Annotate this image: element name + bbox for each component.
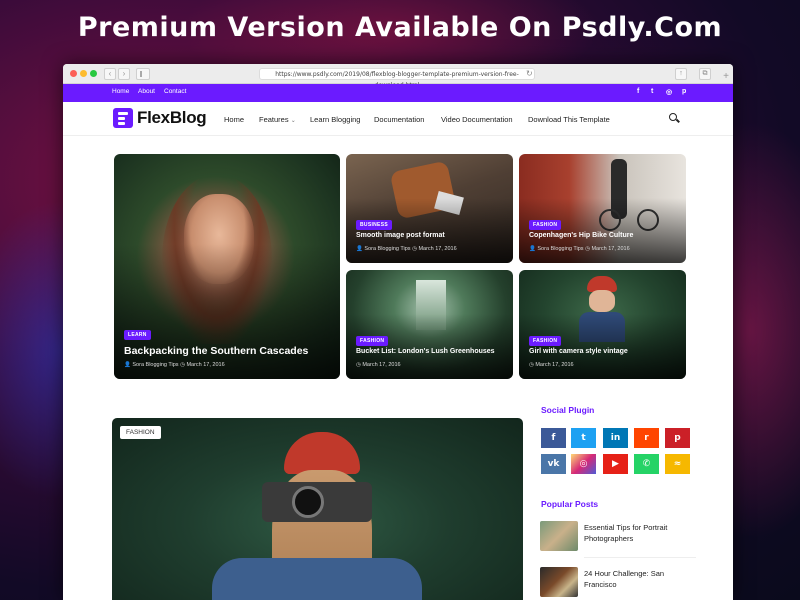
clock-icon: ◷ [585, 246, 590, 252]
reddit-icon[interactable]: r [634, 428, 659, 448]
post-image-beanie [284, 432, 360, 474]
flexblog-logo-icon[interactable] [113, 108, 133, 128]
featured-post-card[interactable]: FASHION Copenhagen's Hip Bike Culture 👤 … [519, 154, 686, 263]
rss-icon[interactable]: ≈ [665, 454, 690, 474]
post-image-face [589, 290, 615, 312]
tabs-overview-icon[interactable]: ⧉ [699, 68, 711, 80]
post-meta: ◷ March 17, 2016 [356, 362, 401, 368]
browser-window: ‹ › https://www.psdly.com/2019/08/flexbl… [63, 64, 733, 600]
nav-item-features-label: Features [259, 115, 289, 124]
author-icon: 👤 [124, 362, 131, 368]
share-icon[interactable]: ↑ [675, 68, 687, 80]
youtube-icon[interactable]: ▶ [603, 454, 628, 474]
author-icon: 👤 [529, 246, 536, 252]
post-date: March 17, 2016 [418, 246, 457, 252]
nav-item-features[interactable]: Features ⌄ [259, 115, 296, 124]
browser-toolbar: ‹ › https://www.psdly.com/2019/08/flexbl… [63, 64, 733, 89]
main-navigation: FlexBlog Home Features ⌄ Learn Blogging … [63, 102, 733, 136]
pinterest-icon[interactable]: p [682, 88, 686, 95]
promo-headline: Premium Version Available On Psdly.Com [77, 12, 723, 43]
chevron-down-icon: ⌄ [290, 118, 296, 124]
category-badge[interactable]: BUSINESS [356, 220, 392, 230]
instagram-icon[interactable]: ◎ [666, 88, 672, 96]
post-title[interactable]: Smooth image post format [356, 232, 445, 239]
post-author[interactable]: Sora Blogging Tips [132, 362, 178, 368]
clock-icon: ◷ [356, 362, 361, 368]
post-date: March 17, 2016 [186, 362, 225, 368]
category-badge[interactable]: FASHION [529, 220, 562, 230]
post-meta: 👤 Sora Blogging Tips ◷ March 17, 2016 [124, 362, 225, 368]
divider [584, 557, 696, 558]
post-meta: 👤 Sora Blogging Tips ◷ March 17, 2016 [356, 246, 457, 252]
new-tab-icon[interactable]: + [721, 72, 731, 82]
popular-post-thumbnail[interactable] [540, 521, 578, 551]
linkedin-icon[interactable]: in [603, 428, 628, 448]
category-badge[interactable]: FASHION [529, 336, 562, 346]
nav-item-video-documentation[interactable]: Video Documentation [441, 115, 513, 124]
main-post-image[interactable]: FASHION [112, 418, 523, 600]
site-logo-text[interactable]: FlexBlog [137, 108, 207, 128]
post-date: March 17, 2016 [591, 246, 630, 252]
category-badge[interactable]: LEARN [124, 330, 151, 340]
popular-posts-heading: Popular Posts [541, 499, 599, 509]
post-meta: 👤 Sora Blogging Tips ◷ March 17, 2016 [529, 246, 630, 252]
nav-item-download-template[interactable]: Download This Template [528, 115, 610, 124]
featured-post-card[interactable]: FASHION Bucket List: London's Lush Green… [346, 270, 513, 379]
whatsapp-icon[interactable]: ✆ [634, 454, 659, 474]
nav-item-documentation[interactable]: Documentation [374, 115, 424, 124]
maximize-window-button[interactable] [90, 70, 97, 77]
topbar-link-contact[interactable]: Contact [164, 88, 186, 95]
twitter-icon[interactable]: t [571, 428, 596, 448]
twitter-icon[interactable]: t [651, 88, 653, 95]
reload-icon[interactable]: ↻ [526, 69, 533, 78]
post-date: March 17, 2016 [362, 362, 401, 368]
close-window-button[interactable] [70, 70, 77, 77]
post-meta: ◷ March 17, 2016 [529, 362, 574, 368]
top-bar: Home About Contact f t ◎ p [63, 84, 733, 102]
author-icon: 👤 [356, 246, 363, 252]
post-title[interactable]: Bucket List: London's Lush Greenhouses [356, 348, 495, 355]
featured-post-card[interactable]: FASHION Girl with camera style vintage ◷… [519, 270, 686, 379]
popular-post-title[interactable]: 24 Hour Challenge: San Francisco [584, 568, 694, 590]
back-arrow-icon[interactable]: ‹ [104, 68, 116, 80]
featured-post-card[interactable]: LEARN Backpacking the Southern Cascades … [114, 154, 340, 379]
forward-arrow-icon[interactable]: › [118, 68, 130, 80]
topbar-link-home[interactable]: Home [112, 88, 129, 95]
sidebar-toggle-icon[interactable] [136, 68, 150, 80]
facebook-icon[interactable]: f [637, 88, 639, 95]
social-plugin-heading: Social Plugin [541, 405, 595, 415]
nav-item-learn-blogging[interactable]: Learn Blogging [310, 115, 360, 124]
post-title[interactable]: Girl with camera style vintage [529, 348, 628, 355]
pinterest-icon[interactable]: p [665, 428, 690, 448]
clock-icon: ◷ [412, 246, 417, 252]
post-image-lens [292, 486, 324, 518]
post-date: March 17, 2016 [535, 362, 574, 368]
vk-icon[interactable]: vk [541, 454, 566, 474]
post-title[interactable]: Backpacking the Southern Cascades [124, 345, 308, 357]
featured-post-card[interactable]: BUSINESS Smooth image post format 👤 Sora… [346, 154, 513, 263]
post-image-jacket [212, 558, 422, 600]
minimize-window-button[interactable] [80, 70, 87, 77]
category-badge[interactable]: FASHION [120, 426, 161, 439]
popular-post-title[interactable]: Essential Tips for Portrait Photographer… [584, 522, 694, 544]
clock-icon: ◷ [180, 362, 185, 368]
address-bar[interactable]: https://www.psdly.com/2019/08/flexblog-b… [259, 68, 535, 89]
post-author[interactable]: Sora Blogging Tips [537, 246, 583, 252]
instagram-icon[interactable]: ◎ [571, 454, 596, 474]
popular-post-thumbnail[interactable] [540, 567, 578, 597]
nav-item-home[interactable]: Home [224, 115, 244, 124]
topbar-link-about[interactable]: About [138, 88, 155, 95]
facebook-icon[interactable]: f [541, 428, 566, 448]
post-author[interactable]: Sora Blogging Tips [364, 246, 410, 252]
post-title[interactable]: Copenhagen's Hip Bike Culture [529, 232, 633, 239]
search-icon[interactable] [669, 113, 677, 121]
clock-icon: ◷ [529, 362, 534, 368]
category-badge[interactable]: FASHION [356, 336, 389, 346]
